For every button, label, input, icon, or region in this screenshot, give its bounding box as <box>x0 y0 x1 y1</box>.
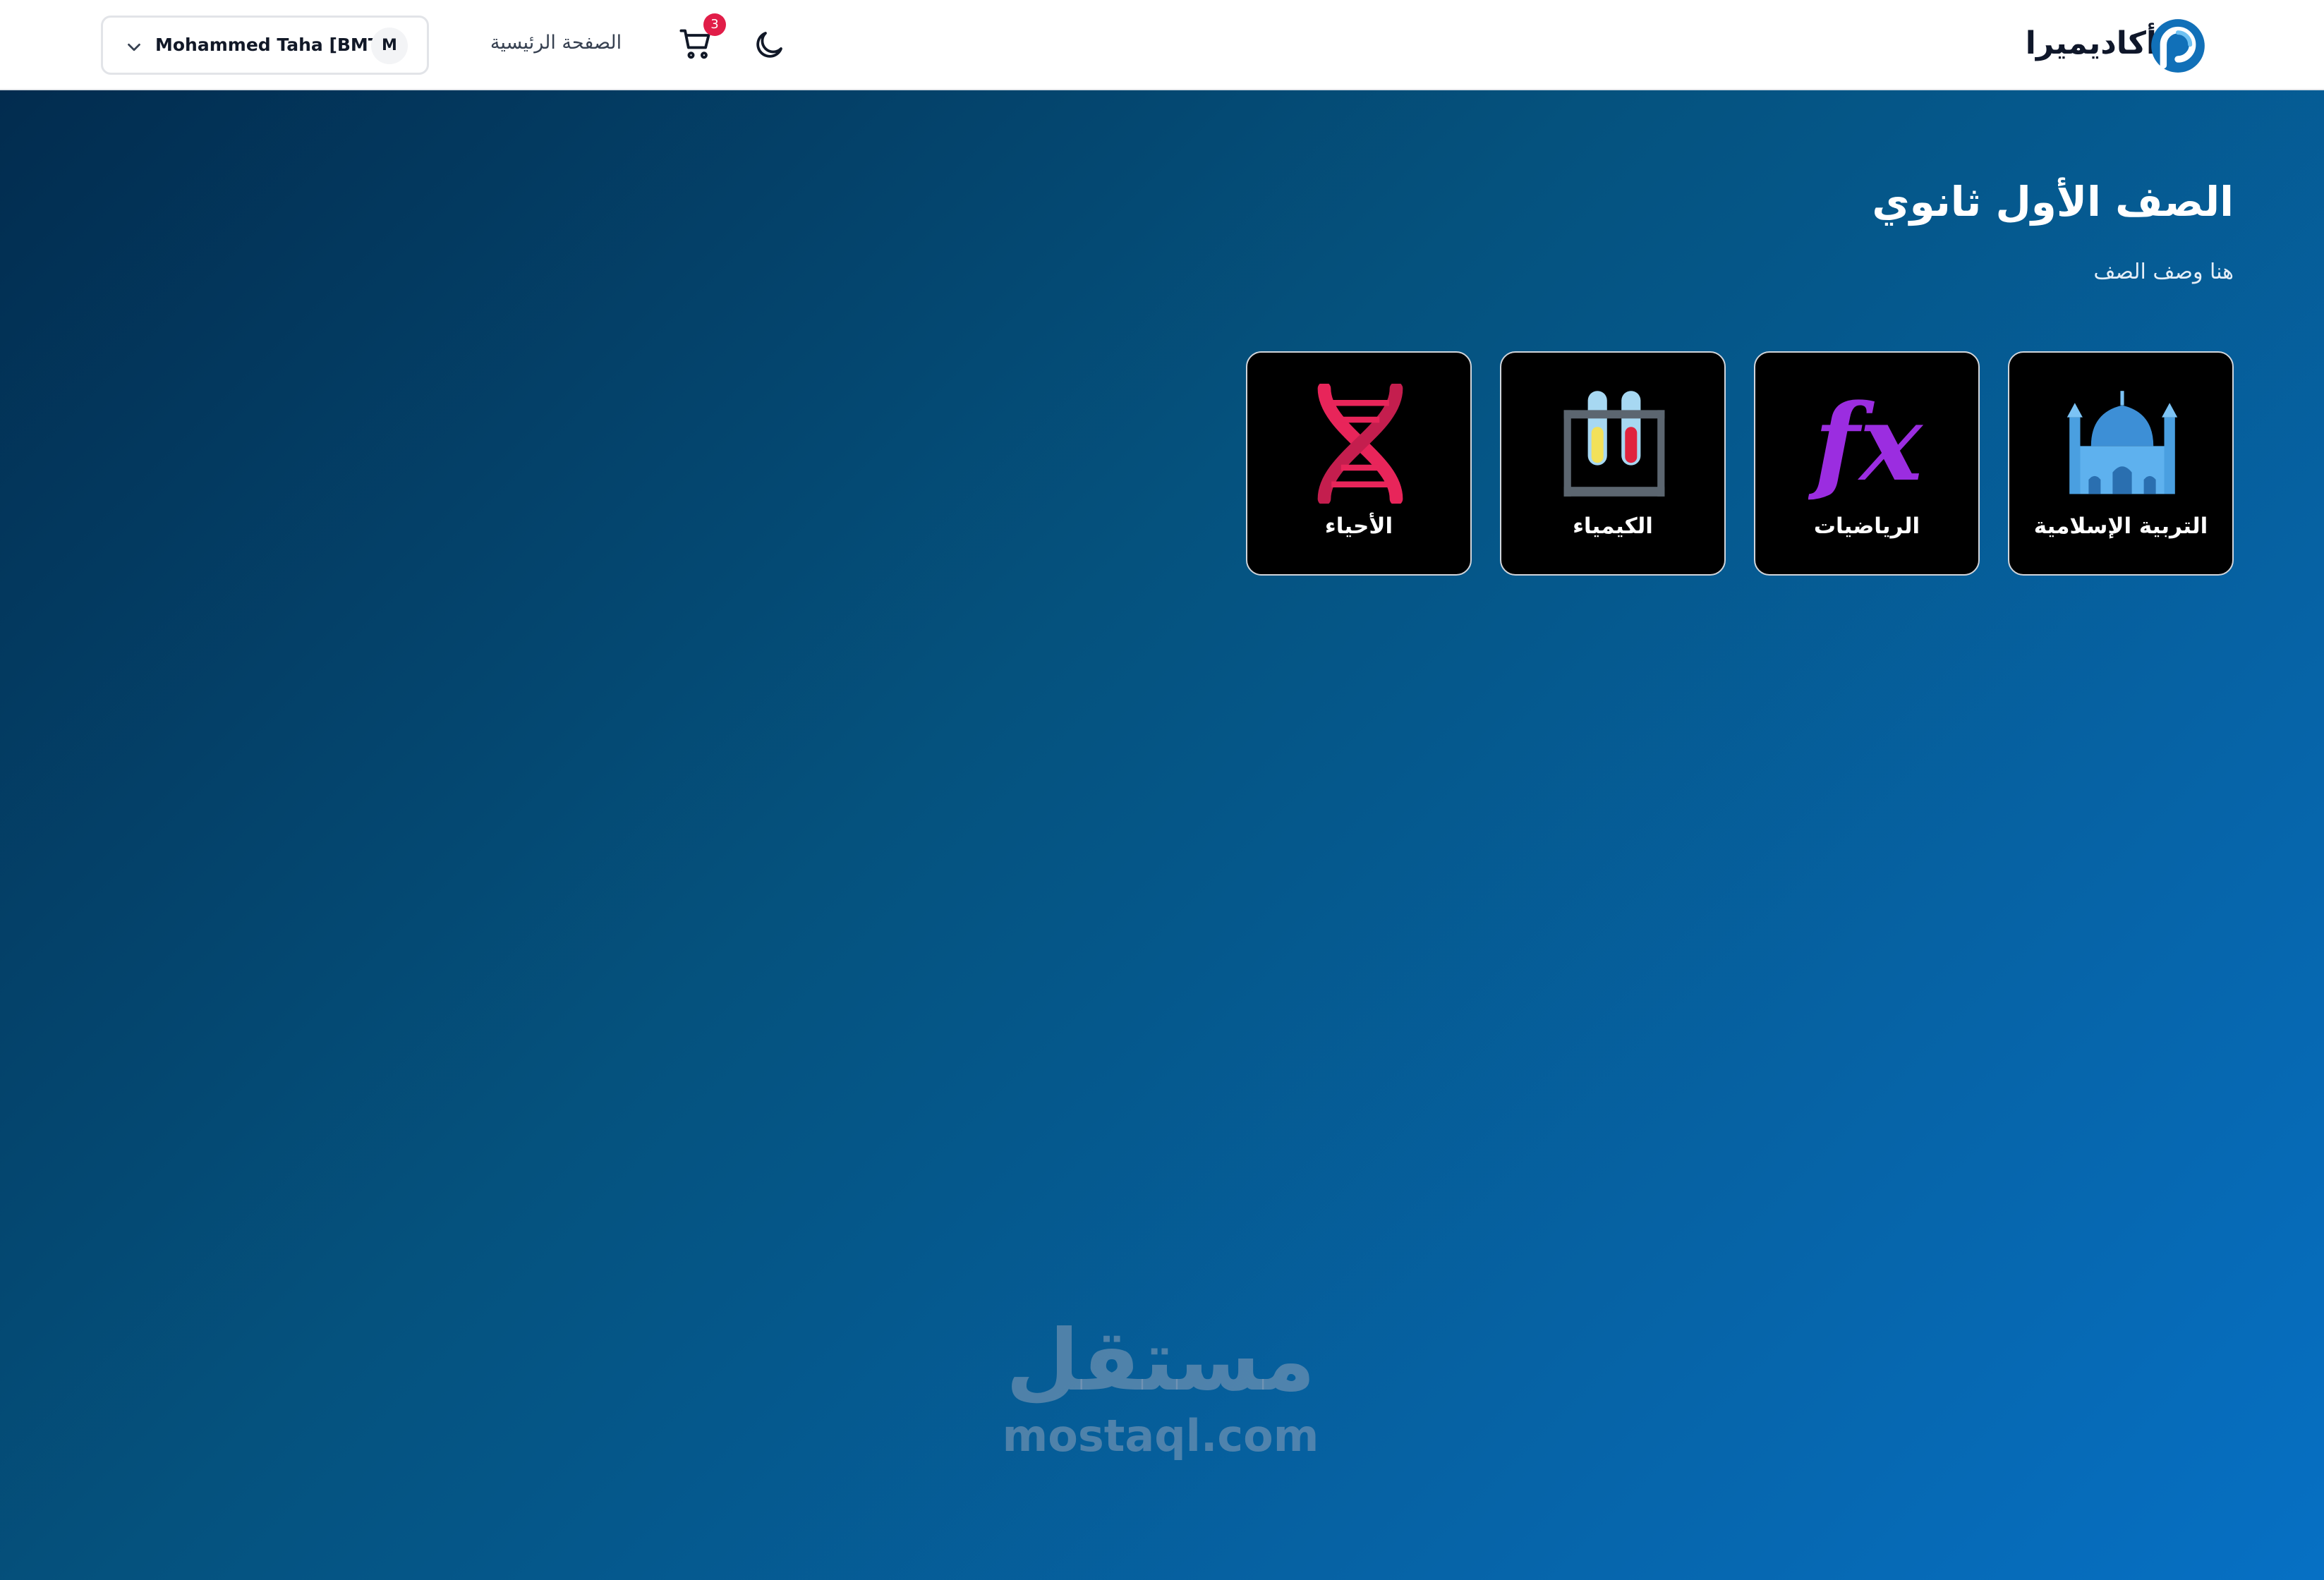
page-description: هنا وصف الصف <box>2093 260 2234 284</box>
brand[interactable]: أكاديميرا <box>2018 13 2215 75</box>
subject-card-chemistry[interactable]: الكيمياء <box>1500 351 1726 576</box>
subject-label: الكيمياء <box>1573 514 1653 539</box>
top-navbar: Mohammed Taha [BMT] M الصفحة الرئيسية 3 … <box>0 0 2324 90</box>
moon-icon[interactable] <box>752 28 786 62</box>
nav-home-link[interactable]: الصفحة الرئيسية <box>471 0 641 86</box>
subject-label: التربية الإسلامية <box>2033 514 2208 539</box>
chevron-down-icon <box>128 43 140 51</box>
hero-section: الصف الأول ثانوي هنا وصف الصف التربية ال… <box>0 90 2324 1580</box>
subject-card-biology[interactable]: الأحياء <box>1246 351 1472 576</box>
cart-count-badge: 3 <box>703 13 726 36</box>
mosque-icon <box>2066 391 2178 494</box>
fx-function-icon: fx <box>1808 384 1924 504</box>
svg-text:fx: fx <box>1808 384 1924 504</box>
brand-logo-icon <box>2151 19 2205 73</box>
watermark: مستقل mostaql.com <box>988 1319 1333 1488</box>
dna-icon <box>1317 384 1403 504</box>
subject-label: الأحياء <box>1324 514 1393 539</box>
brand-name: أكاديميرا <box>2025 25 2157 61</box>
subject-card-islamic-education[interactable]: التربية الإسلامية <box>2008 351 2234 576</box>
subject-label: الرياضيات <box>1813 514 1920 539</box>
page-title: الصف الأول ثانوي <box>1872 178 2234 226</box>
user-name: Mohammed Taha [BMT] <box>155 35 389 55</box>
watermark-arabic: مستقل <box>1005 1312 1316 1410</box>
watermark-latin: mostaql.com <box>1002 1410 1319 1462</box>
user-menu-button[interactable]: Mohammed Taha [BMT] M <box>101 16 429 75</box>
test-tubes-icon <box>1563 391 1665 497</box>
subject-card-mathematics[interactable]: fx الرياضيات <box>1754 351 1980 576</box>
avatar: M <box>371 28 408 64</box>
